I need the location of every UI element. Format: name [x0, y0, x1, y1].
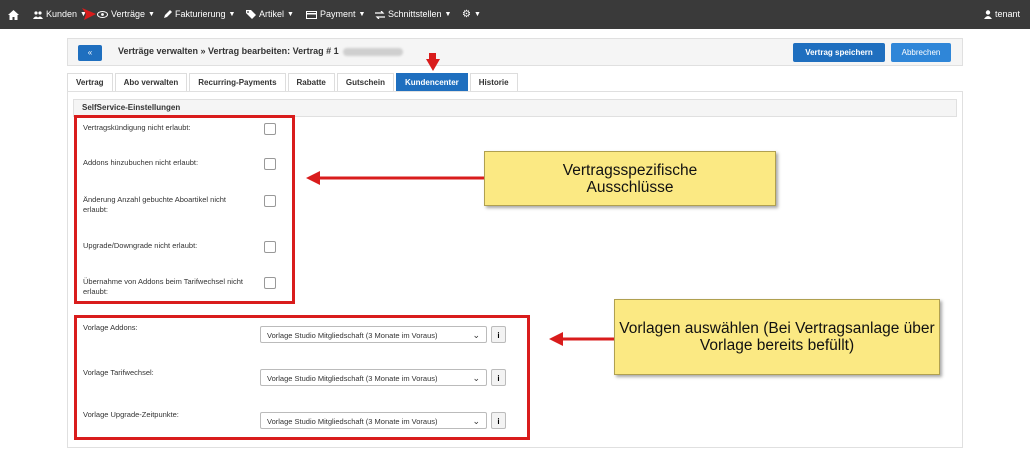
annotation-arrows [82, 8, 614, 346]
arrowhead-right [82, 8, 96, 20]
arrowhead-left [306, 171, 320, 185]
arrow-stem [429, 53, 436, 60]
arrowhead-left [549, 332, 563, 346]
arrowhead-down [426, 59, 440, 71]
